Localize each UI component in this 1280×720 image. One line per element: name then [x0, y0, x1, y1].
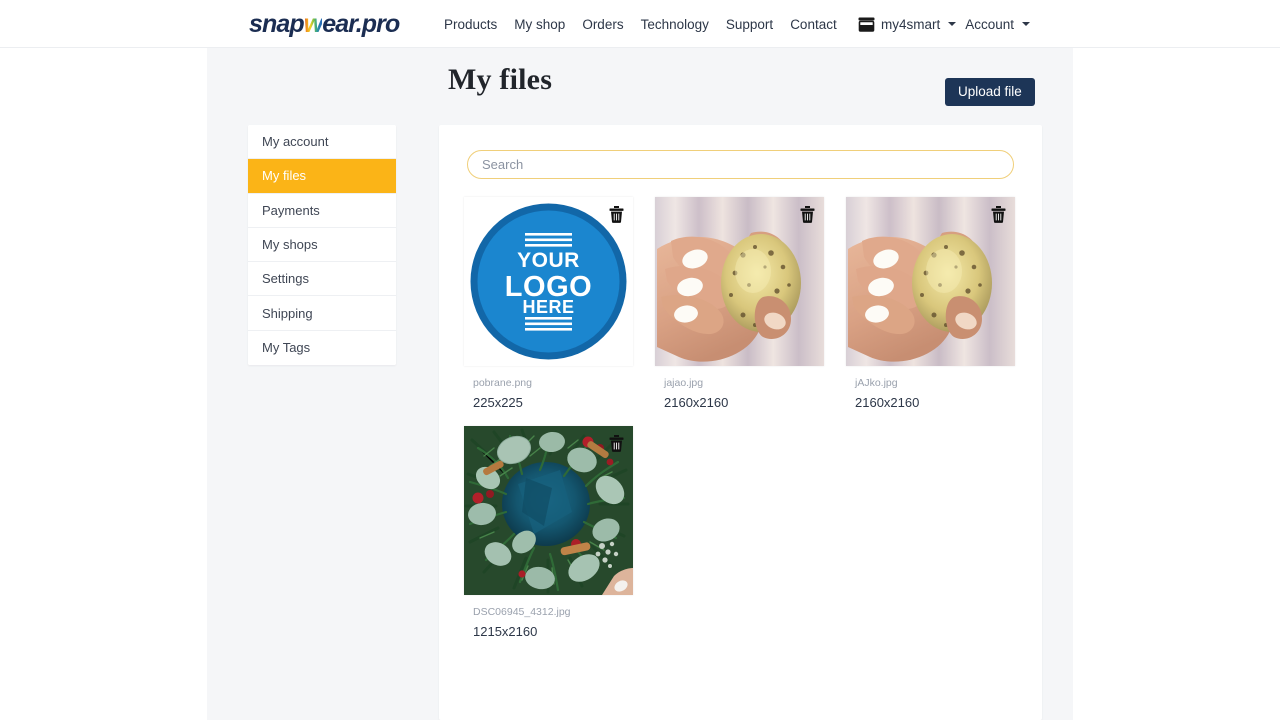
trash-icon[interactable]: [800, 206, 815, 223]
file-dimensions: 2160x2160: [664, 395, 729, 410]
trash-icon[interactable]: [991, 206, 1006, 223]
nav-item-products[interactable]: Products: [444, 17, 497, 32]
page-title: My files: [448, 63, 553, 96]
logo-text-pre: snap: [249, 10, 305, 38]
store-icon: [858, 17, 875, 32]
sidebar-item-payments[interactable]: Payments: [248, 193, 396, 228]
file-name: jAJko.jpg: [855, 377, 898, 389]
account-menu-label: Account: [965, 16, 1015, 32]
sidebar-item-my-account[interactable]: My account: [248, 125, 396, 160]
sidebar-item-settings[interactable]: Settings: [248, 262, 396, 297]
logo-text-post: ear.pro: [322, 10, 400, 38]
file-card[interactable]: jajao.jpg 2160x2160: [655, 197, 846, 410]
settings-sidebar: My account My files Payments My shops Se…: [248, 125, 396, 366]
file-dimensions: 2160x2160: [855, 395, 920, 410]
sidebar-item-my-shops[interactable]: My shops: [248, 227, 396, 263]
file-card[interactable]: DSC06945_4312.jpg 1215x2160: [464, 426, 655, 639]
trash-icon[interactable]: [609, 206, 624, 223]
file-card[interactable]: jAJko.jpg 2160x2160: [846, 197, 1037, 410]
file-name: pobrane.png: [473, 377, 532, 389]
secondary-nav: my4smart Account: [858, 0, 1031, 48]
shop-selector-label: my4smart: [881, 16, 941, 32]
file-thumbnail[interactable]: [655, 197, 824, 366]
file-card[interactable]: YOUR LOGO HERE pobrane.png 225x225: [464, 197, 655, 410]
nav-item-technology[interactable]: Technology: [641, 17, 709, 32]
shop-selector[interactable]: my4smart: [858, 16, 957, 32]
svg-text:HERE: HERE: [522, 297, 574, 317]
file-thumbnail[interactable]: [464, 426, 633, 595]
file-dimensions: 1215x2160: [473, 624, 538, 639]
page-container: My files Upload file My account My files…: [207, 48, 1073, 720]
chevron-down-icon: [948, 22, 957, 26]
file-name: DSC06945_4312.jpg: [473, 606, 571, 618]
sidebar-item-shipping[interactable]: Shipping: [248, 296, 396, 331]
files-panel: YOUR LOGO HERE: [439, 125, 1042, 720]
file-dimensions: 225x225: [473, 395, 523, 410]
account-menu[interactable]: Account: [965, 16, 1031, 32]
file-thumbnail[interactable]: [846, 197, 1015, 366]
file-thumbnail-wrap: YOUR LOGO HERE: [464, 197, 633, 366]
chevron-down-icon: [1022, 22, 1031, 26]
search-bar: [439, 125, 1042, 179]
svg-text:YOUR: YOUR: [517, 249, 580, 272]
top-navigation-bar: snapwear.pro Products My shop Orders Tec…: [0, 0, 1280, 48]
trash-icon[interactable]: [609, 435, 624, 452]
nav-item-support[interactable]: Support: [726, 17, 773, 32]
file-thumbnail[interactable]: YOUR LOGO HERE: [464, 197, 633, 366]
nav-item-my-shop[interactable]: My shop: [514, 17, 565, 32]
logo-text-accent: w: [303, 10, 323, 38]
sidebar-item-my-files[interactable]: My files: [248, 159, 396, 194]
logo-placeholder-artwork: YOUR LOGO HERE: [468, 201, 629, 362]
sidebar-item-my-tags[interactable]: My Tags: [248, 330, 396, 366]
file-thumbnail-wrap: [846, 197, 1015, 366]
file-grid: YOUR LOGO HERE pobrane.png 225x225 jajao…: [439, 179, 1042, 655]
nav-item-orders[interactable]: Orders: [582, 17, 623, 32]
page-header: My files Upload file: [207, 48, 1073, 114]
site-logo[interactable]: snapwear.pro: [249, 9, 400, 39]
file-name: jajao.jpg: [664, 377, 704, 389]
file-thumbnail-wrap: [464, 426, 633, 595]
upload-file-button[interactable]: Upload file: [945, 78, 1035, 106]
primary-nav: Products My shop Orders Technology Suppo…: [444, 0, 837, 48]
file-thumbnail-wrap: [655, 197, 824, 366]
nav-item-contact[interactable]: Contact: [790, 17, 837, 32]
search-input[interactable]: [467, 150, 1014, 179]
